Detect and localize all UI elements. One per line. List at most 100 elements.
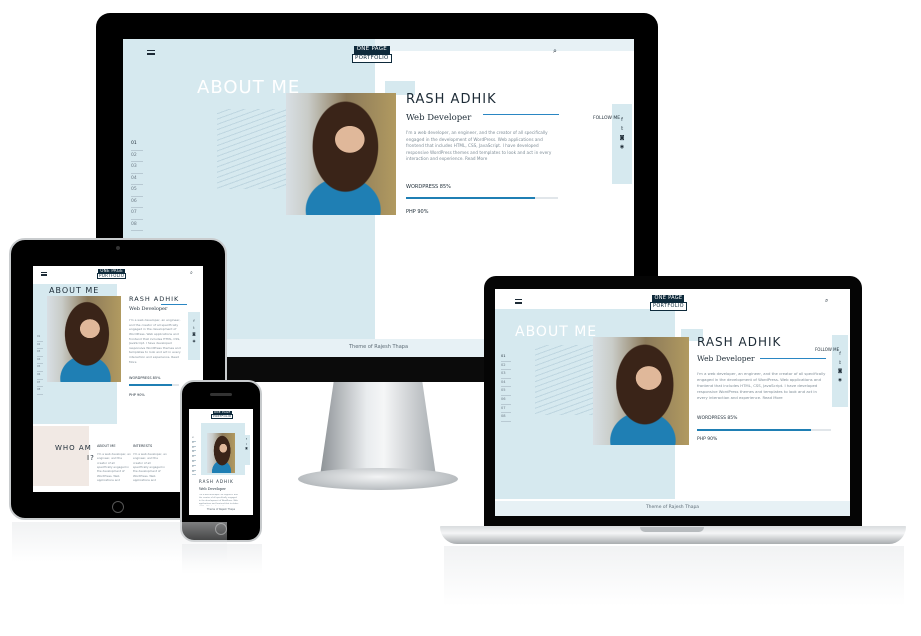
profile-name: RASH ADHIK — [697, 335, 782, 349]
instagram-icon[interactable]: ◙ — [192, 332, 195, 337]
facebook-icon[interactable]: f — [193, 319, 194, 324]
footer-text: Theme of Rajesh Thapa — [645, 505, 700, 510]
profile-photo — [593, 337, 689, 445]
site-logo[interactable]: ONE PAGE PORTFOLIO — [650, 295, 687, 311]
section-number[interactable]: 08 — [192, 471, 196, 476]
skill-label: PHP 90% — [129, 393, 145, 397]
section-number[interactable]: 05 — [131, 185, 143, 197]
twitter-icon[interactable]: 𝕥 — [193, 326, 195, 331]
wave-pattern — [217, 109, 287, 189]
section-number[interactable]: 03 — [501, 370, 511, 379]
facebook-icon[interactable]: f — [621, 118, 623, 123]
laptop-notch — [640, 527, 704, 532]
skill-bar-fill — [129, 384, 172, 386]
site-logo[interactable]: ONE PAGE PORTFOLIO — [97, 269, 127, 279]
section-number[interactable]: 05 — [501, 387, 511, 396]
skill-label: PHP 90% — [697, 437, 718, 442]
section-number[interactable]: 05 — [37, 364, 43, 372]
wave-pattern — [535, 345, 595, 415]
github-icon[interactable]: ◉ — [620, 145, 624, 150]
profile-name: RASH ADHIK — [199, 479, 234, 484]
interests-column-text: I'm a web developer, an engineer, and th… — [133, 452, 167, 482]
device-mockup-stage: ONE PAGE PORTFOLIO ⌕ ABOUT ME 01 02 03 0… — [0, 0, 921, 636]
search-icon[interactable]: ⌕ — [190, 271, 193, 276]
profile-bio: I'm a web developer, an engineer, and th… — [406, 130, 552, 161]
section-numbers: 01 02 03 04 05 06 07 08 — [192, 437, 196, 476]
search-icon[interactable]: ⌕ — [553, 48, 557, 55]
skill-bar-fill — [697, 429, 811, 431]
twitter-icon[interactable]: 𝕥 — [839, 361, 841, 367]
logo-line2: PORTFOLIO — [211, 413, 234, 419]
section-number[interactable]: 03 — [131, 162, 143, 174]
section-number[interactable]: 02 — [131, 151, 143, 162]
section-number[interactable]: 07 — [131, 208, 143, 220]
site-logo[interactable]: ONE PAGE PORTFOLIO — [211, 411, 234, 419]
section-number[interactable]: 08 — [131, 220, 143, 231]
github-icon[interactable]: ◉ — [192, 339, 195, 344]
about-column-text: I'm a web developer, an engineer, and th… — [97, 452, 131, 482]
skill-label: WORDPRESS 85% — [129, 376, 161, 380]
skill-bar-wordpress — [406, 197, 558, 199]
who-am-i-title: WHO AM — [55, 444, 92, 452]
name-underline — [760, 358, 826, 359]
instagram-icon[interactable]: ◙ — [620, 136, 625, 141]
profile-name: RASH ADHIK — [129, 295, 180, 303]
follow-panel: f 𝕥 ◙ ◉ — [832, 335, 848, 407]
section-number[interactable]: 03 — [37, 349, 43, 357]
logo-line2: PORTFOLIO — [352, 53, 392, 63]
instagram-icon[interactable]: ◙ — [838, 369, 842, 375]
section-number[interactable]: 04 — [37, 357, 43, 365]
tablet-camera — [116, 246, 120, 250]
follow-label: FOLLOW ME — [815, 347, 840, 352]
profile-role: Web Developer — [406, 113, 472, 123]
site-logo[interactable]: ONE PAGE PORTFOLIO — [352, 46, 392, 63]
section-number[interactable]: 06 — [37, 372, 43, 380]
profile-bio: I'm a web developer, an engineer, and th… — [129, 318, 181, 364]
facebook-icon[interactable]: f — [839, 352, 841, 358]
follow-label: FOLLOW ME — [593, 116, 621, 121]
section-number[interactable]: 04 — [501, 379, 511, 388]
menu-icon[interactable] — [147, 50, 155, 55]
logo-line1: ONE PAGE — [652, 295, 685, 302]
laptop-screen: ONE PAGE PORTFOLIO ⌕ ABOUT ME 01 02 03 0… — [495, 289, 850, 516]
twitter-icon[interactable]: 𝕥 — [621, 127, 623, 132]
section-number[interactable]: 07 — [501, 405, 511, 414]
section-number[interactable]: 01 — [37, 334, 43, 342]
skill-label: WORDPRESS 85% — [406, 184, 451, 190]
laptop-reflection — [444, 546, 904, 606]
section-number[interactable]: 04 — [131, 174, 143, 185]
skill-bar-fill — [406, 197, 536, 199]
follow-panel: f 𝕥 ◙ — [243, 435, 250, 465]
tablet-home-button[interactable] — [112, 501, 124, 513]
tablet-screen: ONE PAGE PORTFOLIO ⌕ ABOUT ME RASH ADHIK… — [33, 266, 203, 492]
monitor-stand-neck — [320, 380, 436, 476]
github-icon[interactable]: ◉ — [838, 378, 842, 384]
menu-icon[interactable] — [515, 299, 522, 304]
section-numbers: 01 02 03 04 05 06 07 08 — [501, 353, 511, 422]
section-number[interactable]: 06 — [501, 396, 511, 405]
section-number[interactable]: 02 — [501, 362, 511, 371]
footer-text: Theme of Rajesh Thapa — [206, 508, 236, 511]
skill-label: WORDPRESS 85% — [697, 416, 738, 421]
about-ghost-title: ABOUT ME — [49, 286, 100, 295]
who-am-i-title-end: I? — [87, 454, 95, 462]
logo-line1: ONE PAGE — [353, 46, 391, 54]
skill-bar-wordpress — [129, 384, 179, 386]
section-number[interactable]: 07 — [37, 380, 43, 388]
profile-name: RASH ADHIK — [406, 92, 497, 107]
section-number[interactable]: 02 — [37, 342, 43, 350]
profile-role: Web Developer — [129, 306, 168, 312]
section-number[interactable]: 06 — [131, 197, 143, 208]
section-number[interactable]: 01 — [501, 353, 511, 362]
search-icon[interactable]: ⌕ — [825, 298, 828, 304]
twitter-icon[interactable]: 𝕥 — [246, 443, 247, 447]
profile-bio: I'm a web developer, an engineer, and th… — [199, 494, 239, 506]
menu-icon[interactable] — [41, 272, 47, 276]
section-number[interactable]: 08 — [501, 413, 511, 422]
section-number[interactable]: 08 — [37, 387, 43, 395]
instagram-icon[interactable]: ◙ — [245, 447, 247, 451]
section-number[interactable]: 01 — [131, 139, 143, 151]
facebook-icon[interactable]: f — [246, 438, 247, 442]
profile-role: Web Developer — [199, 487, 226, 491]
phone-reflection — [182, 544, 262, 574]
